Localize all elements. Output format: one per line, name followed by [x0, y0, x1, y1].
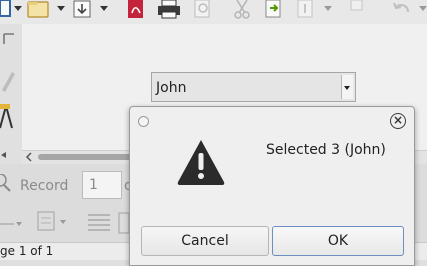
message-dialog: × Selected 3 (John) Cancel OK: [129, 106, 415, 266]
text-tool-icon[interactable]: [0, 102, 16, 134]
combobox-value: John: [156, 80, 187, 96]
pdf-export-icon[interactable]: [125, 0, 147, 20]
copy-icon[interactable]: [263, 0, 285, 20]
cancel-button[interactable]: Cancel: [141, 226, 269, 256]
new-document-icon[interactable]: [0, 0, 12, 20]
filter-icon[interactable]: [86, 212, 112, 238]
design-tools-strip: [0, 24, 22, 164]
open-dropdown-arrow-icon[interactable]: [57, 6, 65, 11]
undo-dropdown-arrow-icon[interactable]: [419, 6, 427, 11]
scroll-left-icon[interactable]: [24, 152, 34, 162]
print-preview-icon[interactable]: [193, 0, 213, 20]
download-icon[interactable]: [72, 0, 94, 20]
print-icon[interactable]: [157, 0, 181, 20]
main-toolbar: [0, 0, 427, 25]
close-icon[interactable]: ×: [390, 113, 406, 129]
zoom-icon: [0, 173, 12, 196]
record-number-value: 1: [89, 177, 98, 193]
chevron-down-icon: [344, 86, 350, 90]
cut-icon[interactable]: [232, 0, 252, 20]
save-dropdown-arrow-icon[interactable]: [100, 6, 108, 11]
arrow-pointer-icon[interactable]: [2, 32, 16, 56]
paste-icon[interactable]: [296, 0, 316, 20]
warning-icon: [176, 137, 226, 187]
undo-icon[interactable]: [390, 0, 414, 20]
open-folder-icon[interactable]: [27, 0, 51, 20]
combobox-dropdown-button[interactable]: [341, 75, 353, 99]
dialog-menu-icon[interactable]: [138, 116, 149, 127]
sort-icon[interactable]: [0, 218, 22, 233]
record-label: Record: [20, 178, 69, 194]
ok-button[interactable]: OK: [272, 226, 404, 256]
record-number-field[interactable]: 1: [82, 171, 122, 199]
clone-formatting-icon[interactable]: [347, 0, 367, 20]
page-count-text: ge 1 of 1: [0, 244, 54, 258]
more-tools-icon[interactable]: [0, 149, 10, 164]
paste-dropdown-arrow-icon[interactable]: [324, 6, 332, 11]
align-icon[interactable]: [36, 210, 68, 238]
name-combobox[interactable]: John: [151, 72, 356, 102]
pencil-icon[interactable]: [0, 68, 16, 96]
dialog-message: Selected 3 (John): [266, 142, 386, 158]
new-dropdown-arrow-icon[interactable]: [14, 6, 22, 11]
